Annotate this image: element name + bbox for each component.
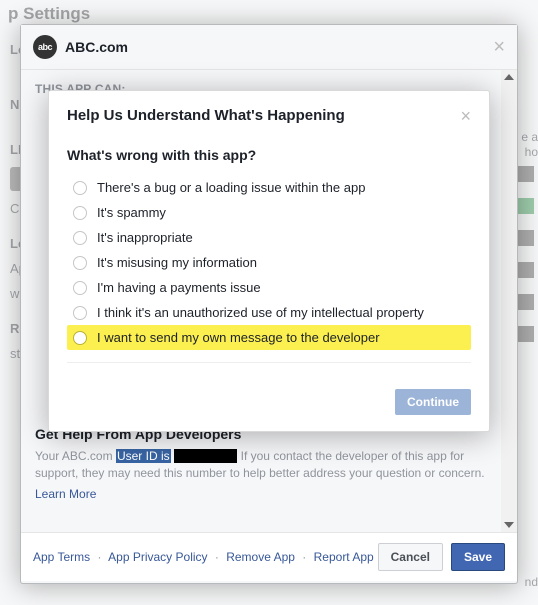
report-option[interactable]: It's inappropriate <box>67 225 471 250</box>
scroll-down-icon[interactable] <box>504 522 514 528</box>
footer-link-report[interactable]: Report App <box>314 550 374 564</box>
modal-title: ABC.com <box>65 39 128 55</box>
close-icon[interactable]: × <box>460 107 471 125</box>
option-label: It's misusing my information <box>97 255 257 270</box>
modal-header: abc ABC.com × <box>21 25 517 70</box>
report-question: What's wrong with this app? <box>67 147 471 163</box>
option-label: There's a bug or a loading issue within … <box>97 180 365 195</box>
continue-button[interactable]: Continue <box>395 389 471 415</box>
save-button[interactable]: Save <box>451 543 505 571</box>
learn-more-link[interactable]: Learn More <box>35 487 96 501</box>
report-body: What's wrong with this app? There's a bu… <box>49 135 489 377</box>
option-label: It's spammy <box>97 205 166 220</box>
report-footer: Continue <box>49 377 489 431</box>
radio-icon <box>73 256 87 270</box>
dev-help-text: Your ABC.com User ID is If you contact t… <box>35 448 503 483</box>
report-option-highlighted[interactable]: I want to send my own message to the dev… <box>67 325 471 350</box>
radio-icon <box>73 306 87 320</box>
report-header: Help Us Understand What's Happening × <box>49 91 489 135</box>
footer-link-privacy[interactable]: App Privacy Policy <box>108 550 207 564</box>
option-label: I want to send my own message to the dev… <box>97 330 380 345</box>
report-option[interactable]: I think it's an unauthorized use of my i… <box>67 300 471 325</box>
scrollbar[interactable] <box>501 70 517 532</box>
radio-icon <box>73 206 87 220</box>
report-modal: Help Us Understand What's Happening × Wh… <box>48 90 490 432</box>
scroll-up-icon[interactable] <box>504 74 514 80</box>
divider <box>67 362 471 363</box>
report-option[interactable]: There's a bug or a loading issue within … <box>67 175 471 200</box>
footer-link-remove[interactable]: Remove App <box>226 550 295 564</box>
app-logo: abc <box>33 35 57 59</box>
user-id-label[interactable]: User ID is <box>116 449 171 463</box>
radio-icon <box>73 181 87 195</box>
report-option[interactable]: It's spammy <box>67 200 471 225</box>
radio-icon <box>73 331 87 345</box>
footer-links: App Terms · App Privacy Policy · Remove … <box>33 550 374 564</box>
option-label: I'm having a payments issue <box>97 280 261 295</box>
footer-link-terms[interactable]: App Terms <box>33 550 90 564</box>
radio-icon <box>73 281 87 295</box>
option-label: I think it's an unauthorized use of my i… <box>97 305 424 320</box>
report-option[interactable]: It's misusing my information <box>67 250 471 275</box>
close-icon[interactable]: × <box>493 37 505 57</box>
cancel-button[interactable]: Cancel <box>378 543 443 571</box>
report-option[interactable]: I'm having a payments issue <box>67 275 471 300</box>
modal-footer: App Terms · App Privacy Policy · Remove … <box>21 532 517 581</box>
user-id-value <box>174 449 237 463</box>
report-title: Help Us Understand What's Happening <box>67 107 345 124</box>
option-label: It's inappropriate <box>97 230 193 245</box>
radio-icon <box>73 231 87 245</box>
